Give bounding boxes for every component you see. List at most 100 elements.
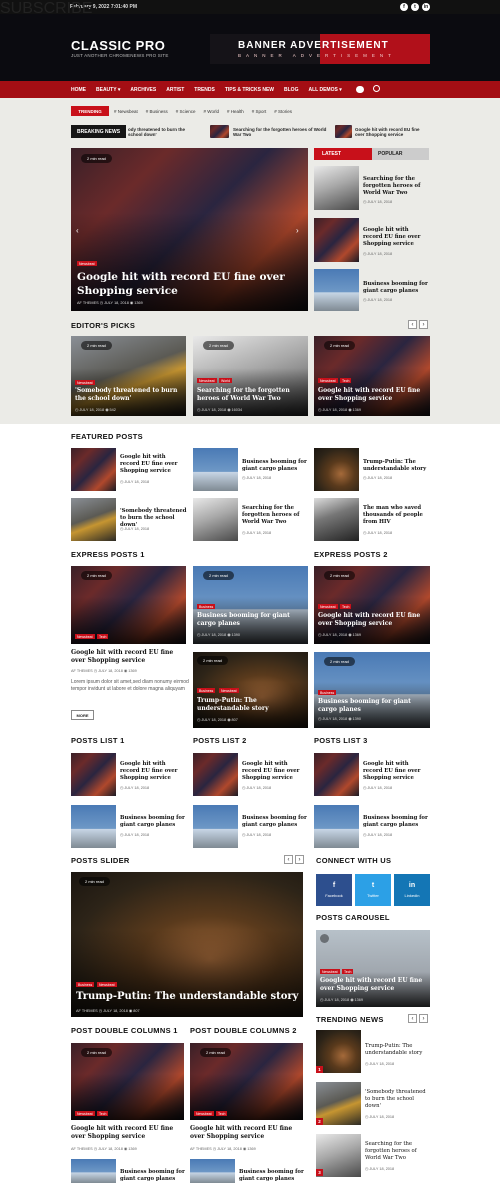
category-badge[interactable]: Business: [318, 690, 337, 695]
featured-thumb[interactable]: [314, 498, 359, 541]
tag-science[interactable]: # Science: [176, 109, 196, 114]
express2-card-title[interactable]: Business booming for giant cargo planes: [318, 698, 426, 714]
breaking-item[interactable]: ody threatened to burn the school down': [128, 127, 200, 137]
category-badge[interactable]: Newsbeat: [318, 604, 338, 609]
double-col-item-title[interactable]: Business booming for giant cargo planes: [239, 1169, 305, 1183]
nav-archives[interactable]: ARCHIVES: [130, 87, 156, 93]
facebook-icon[interactable]: f: [400, 3, 408, 11]
next-arrow-icon[interactable]: ›: [419, 1014, 428, 1023]
category-badge[interactable]: Business: [197, 604, 216, 609]
middle-post-title[interactable]: Trump-Putin: The understandable story: [197, 697, 305, 713]
breaking-thumb[interactable]: [210, 125, 229, 138]
list-thumb[interactable]: [71, 805, 116, 848]
list-thumb[interactable]: [193, 805, 238, 848]
list-thumb[interactable]: [193, 753, 238, 796]
linkedin-button[interactable]: in Linkedin: [394, 874, 430, 906]
list-item-title[interactable]: Business booming for giant cargo planes: [363, 815, 429, 829]
category-badge[interactable]: Tech: [340, 604, 352, 609]
tag-sport[interactable]: # Sport: [252, 109, 267, 114]
category-badge[interactable]: Tech: [340, 378, 352, 383]
middle-post-title[interactable]: Business booming for giant cargo planes: [197, 612, 305, 628]
list-item-title[interactable]: Business booming for giant cargo planes: [242, 815, 308, 829]
editors-card-title[interactable]: Google hit with record EU fine over Shop…: [318, 387, 426, 403]
express1-title[interactable]: Google hit with record EU fine over Shop…: [71, 649, 189, 665]
featured-title[interactable]: Trump-Putin: The understandable story: [363, 459, 429, 473]
tab-item-title[interactable]: Business booming for giant cargo planes: [363, 281, 429, 295]
category-badge[interactable]: Newsbeat: [197, 378, 217, 383]
nav-all-demos[interactable]: ALL DEMOS ▾: [308, 87, 341, 93]
trending-item-title[interactable]: Searching for the forgotten heroes of Wo…: [365, 1141, 430, 1162]
hero-post[interactable]: 2 min read Newsbeat Google hit with reco…: [71, 148, 308, 311]
category-badge[interactable]: Newsbeat: [318, 378, 338, 383]
category-badge[interactable]: Business: [76, 982, 95, 987]
featured-title[interactable]: Google hit with record EU fine over Shop…: [120, 454, 186, 475]
tab-item-thumb[interactable]: [314, 166, 359, 210]
double-col-title[interactable]: Google hit with record EU fine over Shop…: [71, 1125, 184, 1141]
prev-arrow-icon[interactable]: ‹: [408, 320, 417, 329]
breaking-item[interactable]: Searching for the forgotten heroes of Wo…: [233, 127, 328, 137]
prev-arrow-icon[interactable]: ‹: [408, 1014, 417, 1023]
double-col-item-title[interactable]: Business booming for giant cargo planes: [120, 1169, 186, 1183]
tag-stories[interactable]: # Stories: [274, 109, 292, 114]
editors-card[interactable]: 2 min read Newsbeat 'Somebody threatened…: [71, 336, 186, 416]
search-icon[interactable]: [373, 85, 380, 92]
express1-main-post[interactable]: 2 min read Newsbeat Tech: [71, 566, 186, 644]
tag-health[interactable]: # Health: [227, 109, 244, 114]
category-badge[interactable]: Newsbeat: [75, 1111, 95, 1116]
carousel-post-title[interactable]: Google hit with record EU fine over Shop…: [320, 977, 428, 993]
tag-world[interactable]: # World: [204, 109, 219, 114]
editors-card[interactable]: 2 min read Newsbeat Tech Google hit with…: [314, 336, 430, 416]
express2-card-title[interactable]: Google hit with record EU fine over Shop…: [318, 612, 426, 628]
tab-item-thumb[interactable]: [314, 269, 359, 311]
category-badge[interactable]: Newsbeat: [219, 688, 239, 693]
category-badge[interactable]: Newsbeat: [75, 634, 95, 639]
nav-home[interactable]: HOME: [71, 87, 86, 93]
express2-card[interactable]: 2 min read Business Business booming for…: [314, 652, 430, 728]
next-arrow-icon[interactable]: ›: [295, 855, 304, 864]
featured-thumb[interactable]: [71, 498, 116, 541]
category-badge[interactable]: Tech: [97, 634, 109, 639]
featured-thumb[interactable]: [193, 448, 238, 491]
category-badge[interactable]: Newsbeat: [77, 261, 97, 266]
featured-title[interactable]: Searching for the forgotten heroes of Wo…: [242, 505, 308, 526]
featured-thumb[interactable]: [71, 448, 116, 491]
tag-business[interactable]: # Business: [146, 109, 168, 114]
dark-mode-toggle-icon[interactable]: [356, 86, 364, 93]
category-badge[interactable]: Newsbeat: [75, 380, 95, 385]
list-item-title[interactable]: Google hit with record EU fine over Shop…: [120, 761, 186, 782]
tab-item-title[interactable]: Google hit with record EU fine over Shop…: [363, 227, 429, 248]
tab-item-title[interactable]: Searching for the forgotten heroes of Wo…: [363, 176, 429, 197]
list-thumb[interactable]: [314, 753, 359, 796]
slider-prev-icon[interactable]: ‹: [76, 226, 79, 235]
double-col-thumb[interactable]: [71, 1159, 116, 1183]
category-badge[interactable]: Newsbeat: [97, 982, 117, 987]
list-thumb[interactable]: [71, 753, 116, 796]
list-item-title[interactable]: Google hit with record EU fine over Shop…: [242, 761, 308, 782]
category-badge[interactable]: Tech: [216, 1111, 228, 1116]
list-item-title[interactable]: Business booming for giant cargo planes: [120, 815, 186, 829]
category-badge[interactable]: World: [219, 378, 233, 383]
slider-post[interactable]: 2 min read Business Newsbeat Trump-Putin…: [71, 872, 303, 1017]
subscribe-button[interactable]: SUBSCRIBE: [0, 0, 92, 18]
slider-next-icon[interactable]: ›: [296, 226, 299, 235]
featured-title[interactable]: The man who saved thousands of people fr…: [363, 505, 429, 526]
double-col-post[interactable]: 2 min read Newsbeat Tech: [71, 1043, 184, 1120]
tag-newsbeat[interactable]: # Newsbeat: [114, 109, 138, 114]
category-badge[interactable]: Newsbeat: [194, 1111, 214, 1116]
featured-thumb[interactable]: [193, 498, 238, 541]
editors-card-title[interactable]: 'Somebody threatened to burn the school …: [75, 387, 183, 403]
carousel-post[interactable]: Newsbeat Tech Google hit with record EU …: [316, 930, 430, 1007]
list-item-title[interactable]: Google hit with record EU fine over Shop…: [363, 761, 429, 782]
nav-blog[interactable]: BLOG: [284, 87, 298, 93]
double-col-post[interactable]: 2 min read Newsbeat Tech: [190, 1043, 303, 1120]
tab-popular[interactable]: POPULAR: [372, 148, 429, 160]
category-badge[interactable]: Business: [197, 688, 216, 693]
nav-trends[interactable]: TRENDS: [194, 87, 215, 93]
nav-artist[interactable]: ARTIST: [166, 87, 184, 93]
banner-ad[interactable]: BANNER ADVERTISEMENT BANNER ADVERTISEMEN…: [210, 34, 430, 64]
featured-title[interactable]: Business booming for giant cargo planes: [242, 459, 308, 473]
tab-latest[interactable]: LATEST: [314, 148, 372, 160]
editors-card-title[interactable]: Searching for the forgotten heroes of Wo…: [197, 387, 305, 403]
breaking-thumb[interactable]: [335, 125, 352, 138]
twitter-button[interactable]: t Twitter: [355, 874, 391, 906]
